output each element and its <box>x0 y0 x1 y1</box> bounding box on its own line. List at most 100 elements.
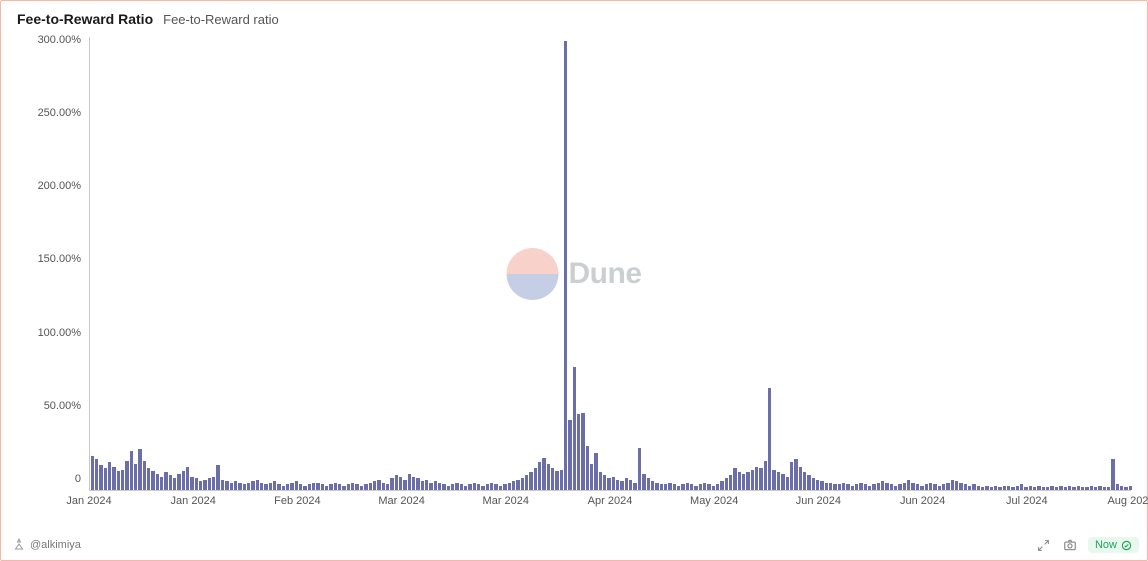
bar[interactable] <box>243 484 246 490</box>
bar[interactable] <box>125 461 128 490</box>
bar[interactable] <box>1124 487 1127 490</box>
bar[interactable] <box>151 471 154 490</box>
bar[interactable] <box>911 483 914 490</box>
bar[interactable] <box>742 474 745 490</box>
bar[interactable] <box>794 459 797 490</box>
bar[interactable] <box>547 464 550 490</box>
bar[interactable] <box>377 480 380 490</box>
bar[interactable] <box>104 468 107 490</box>
bar[interactable] <box>147 468 150 490</box>
bar[interactable] <box>586 446 589 490</box>
bar[interactable] <box>342 486 345 490</box>
bar[interactable] <box>729 475 732 490</box>
bar[interactable] <box>733 468 736 490</box>
bar[interactable] <box>442 484 445 490</box>
bar[interactable] <box>260 483 263 490</box>
bar[interactable] <box>238 483 241 490</box>
author-link[interactable]: @alkimiya <box>9 538 81 553</box>
bar[interactable] <box>160 477 163 490</box>
bar[interactable] <box>108 462 111 490</box>
bar[interactable] <box>751 470 754 490</box>
bar[interactable] <box>486 484 489 490</box>
bar[interactable] <box>164 472 167 490</box>
bar[interactable] <box>933 484 936 490</box>
bar[interactable] <box>568 420 571 490</box>
bar[interactable] <box>777 472 780 490</box>
bar[interactable] <box>859 483 862 490</box>
bar[interactable] <box>720 481 723 490</box>
bar[interactable] <box>1068 486 1071 490</box>
bar[interactable] <box>182 471 185 490</box>
bar[interactable] <box>169 475 172 490</box>
bar[interactable] <box>529 472 532 490</box>
bar[interactable] <box>629 480 632 490</box>
bar[interactable] <box>1129 486 1132 490</box>
bar[interactable] <box>303 486 306 490</box>
bar[interactable] <box>225 481 228 490</box>
bar[interactable] <box>221 480 224 490</box>
bar[interactable] <box>803 472 806 490</box>
bar[interactable] <box>638 448 641 490</box>
bar[interactable] <box>577 414 580 490</box>
bar[interactable] <box>664 484 667 490</box>
camera-icon[interactable] <box>1062 537 1078 553</box>
bar[interactable] <box>694 486 697 490</box>
bar[interactable] <box>668 483 671 490</box>
bar[interactable] <box>994 486 997 490</box>
bar[interactable] <box>199 481 202 490</box>
bar[interactable] <box>707 484 710 490</box>
bar[interactable] <box>898 484 901 490</box>
bar[interactable] <box>768 388 771 490</box>
bar[interactable] <box>203 480 206 490</box>
bar[interactable] <box>977 486 980 490</box>
bar[interactable] <box>1094 487 1097 490</box>
bar[interactable] <box>812 478 815 490</box>
bar[interactable] <box>295 481 298 490</box>
bar[interactable] <box>99 465 102 490</box>
bar[interactable] <box>594 453 597 490</box>
bar[interactable] <box>790 462 793 490</box>
bar[interactable] <box>216 465 219 490</box>
bar[interactable] <box>625 478 628 490</box>
bar[interactable] <box>230 483 233 490</box>
bar[interactable] <box>434 481 437 490</box>
bar[interactable] <box>820 481 823 490</box>
bar[interactable] <box>746 472 749 490</box>
bar[interactable] <box>651 481 654 490</box>
bar[interactable] <box>1081 487 1084 490</box>
bar[interactable] <box>573 367 576 490</box>
bar[interactable] <box>468 484 471 490</box>
bar[interactable] <box>972 484 975 490</box>
bar[interactable] <box>130 451 133 490</box>
bar[interactable] <box>599 472 602 490</box>
bar[interactable] <box>868 486 871 490</box>
bar[interactable] <box>494 484 497 490</box>
bar[interactable] <box>699 484 702 490</box>
bar[interactable] <box>612 477 615 490</box>
bar[interactable] <box>942 484 945 490</box>
bar[interactable] <box>1120 486 1123 490</box>
bar[interactable] <box>616 480 619 490</box>
bar[interactable] <box>421 481 424 490</box>
bar[interactable] <box>277 484 280 490</box>
bar[interactable] <box>451 484 454 490</box>
bar[interactable] <box>786 477 789 490</box>
bar[interactable] <box>712 486 715 490</box>
bar[interactable] <box>829 483 832 490</box>
bar[interactable] <box>455 483 458 490</box>
bar[interactable] <box>759 468 762 490</box>
bar[interactable] <box>395 475 398 490</box>
bar[interactable] <box>620 481 623 490</box>
bar[interactable] <box>838 484 841 490</box>
bar[interactable] <box>273 481 276 490</box>
bar[interactable] <box>951 480 954 490</box>
bar[interactable] <box>955 481 958 490</box>
bar[interactable] <box>655 483 658 490</box>
bar[interactable] <box>438 483 441 490</box>
bar[interactable] <box>503 484 506 490</box>
bar[interactable] <box>877 483 880 490</box>
bar[interactable] <box>1011 487 1014 490</box>
bar[interactable] <box>642 474 645 490</box>
bar[interactable] <box>807 475 810 490</box>
bar[interactable] <box>607 478 610 490</box>
